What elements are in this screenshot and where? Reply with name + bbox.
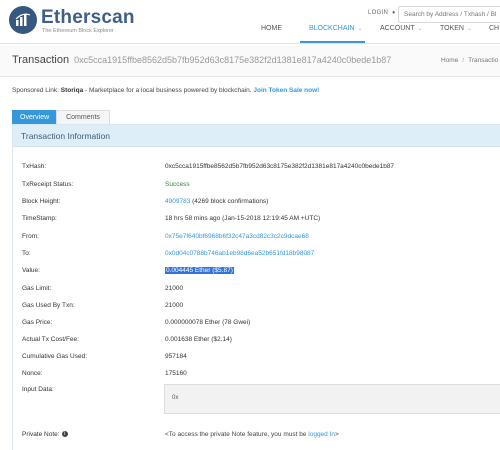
private-note-value: <To access the private Note feature, you… (165, 431, 339, 438)
input-data-label: Input Data: (22, 386, 54, 393)
from-label: From: (22, 233, 39, 240)
private-note-label-text: Private Note: (22, 431, 60, 438)
breadcrumb: Home / Transactio (441, 57, 498, 64)
tab-comments[interactable]: Comments (56, 110, 110, 124)
tx-fee-label: Actual Tx Cost/Fee: (22, 336, 79, 343)
site-header: Etherscan The Ethereum Block Explorer LO… (0, 0, 500, 44)
info-icon[interactable]: i (61, 431, 68, 438)
nav-account-label: ACCOUNT (380, 25, 415, 32)
chevron-down-icon: ⌄ (417, 26, 423, 32)
logo-subtitle: The Ethereum Block Explorer (42, 28, 114, 34)
from-value: 0x75e7f640bf6968b6f32c47a3cd82c3c2c9dcae… (165, 233, 309, 240)
input-data-field[interactable]: 0x (164, 384, 500, 414)
input-data-value: 0x (172, 395, 179, 401)
to-value: 0x0d04c0788b746ab1eb98d6ea52b651fd18b980… (165, 250, 314, 257)
cumulative-gas-label: Cumulative Gas Used: (22, 353, 88, 360)
gas-price-value: 0.000000078 Ether (78 Gwei) (165, 319, 251, 326)
breadcrumb-home[interactable]: Home (441, 57, 458, 64)
gas-limit-label: Gas Limit: (22, 285, 52, 292)
panel-header: Transaction Information (13, 125, 500, 147)
title-bar: Transaction 0xc5cca1915ffbe8562d5b7fb952… (0, 45, 500, 77)
value-label: Value: (22, 267, 40, 274)
gas-used-value: 21000 (165, 302, 184, 309)
value-value: 0.004445 Ether ($5.87) (165, 267, 234, 274)
cumulative-gas-value: 957184 (165, 353, 187, 360)
nav-home[interactable]: HOME (261, 25, 282, 43)
page-title: Transaction 0xc5cca1915ffbe8562d5b7fb952… (12, 54, 391, 66)
sponsored-link: Sponsored Link: Storiqa - Marketplace fo… (12, 87, 319, 94)
value-amount: 0.004445 Ether ($5.87) (165, 267, 234, 274)
nonce-value: 175160 (165, 370, 187, 377)
private-note-label: Private Note: i (22, 431, 68, 438)
panel-title: Transaction Information (21, 131, 110, 141)
chevron-down-icon: ⌄ (467, 26, 473, 32)
nav-token[interactable]: TOKEN ⌄ (440, 25, 472, 43)
timestamp-label: TimeStamp: (22, 215, 57, 222)
sponsored-prefix: Sponsored Link: (12, 87, 59, 94)
logo-title: Etherscan (41, 7, 135, 28)
nav-token-label: TOKEN (440, 25, 464, 32)
transaction-panel: Transaction Information TxHash: 0xc5cca1… (12, 124, 500, 450)
from-address-link[interactable]: 0x75e7f640bf6968b6f32c47a3cd82c3c2c9dcae… (165, 233, 309, 240)
tx-fee-value: 0.001638 Ether ($2.14) (165, 336, 232, 343)
block-height-label: Block Height: (22, 198, 61, 205)
gas-price-label: Gas Price: (22, 319, 53, 326)
timestamp-value: 18 hrs 58 mins ago (Jan-15-2018 12:19:45… (165, 215, 321, 222)
page-title-hash: 0xc5cca1915ffbe8562d5b7fb952d63c8175e382… (74, 55, 392, 65)
login-link[interactable]: LOGIN ♦ (368, 10, 395, 16)
txhash-label: TxHash: (22, 163, 47, 170)
private-note-prefix: <To access the private Note feature, you… (165, 431, 309, 438)
tab-overview[interactable]: Overview (12, 110, 56, 124)
nonce-label: Nonce: (22, 370, 43, 377)
block-height-link[interactable]: 4909783 (165, 198, 190, 205)
breadcrumb-separator: / (462, 57, 465, 64)
nav-home-label: HOME (261, 25, 282, 32)
receipt-status-label: TxReceipt Status: (22, 181, 74, 188)
private-note-suffix: > (335, 431, 339, 438)
sponsored-cta-link[interactable]: Join Token Sale now! (253, 87, 319, 94)
block-height-value: 4909783 (4269 block confirmations) (165, 198, 268, 205)
nav-blockchain[interactable]: BLOCKCHAIN ⌄ (300, 25, 365, 43)
chevron-down-icon: ⌄ (357, 26, 363, 32)
logo-emblem-icon (9, 6, 37, 34)
search-input[interactable]: Search by Address / Txhash / Bl (398, 6, 500, 23)
to-label: To: (22, 250, 31, 257)
nav-blockchain-label: BLOCKCHAIN (309, 25, 355, 32)
gas-limit-value: 21000 (165, 285, 184, 292)
nav-account[interactable]: ACCOUNT ⌄ (380, 25, 423, 43)
nav-more[interactable]: CH (489, 25, 499, 43)
block-confirmations: (4269 block confirmations) (190, 198, 269, 205)
etherscan-logo[interactable]: Etherscan The Ethereum Block Explorer (9, 6, 139, 38)
gas-used-label: Gas Used By Txn: (22, 302, 75, 309)
sponsored-name[interactable]: Storiqa (61, 87, 83, 94)
nav-more-label: CH (489, 25, 500, 32)
sponsored-text: - Marketplace for a local business power… (83, 87, 254, 94)
to-address-link[interactable]: 0x0d04c0788b746ab1eb98d6ea52b651fd18b980… (165, 250, 314, 257)
login-link-note[interactable]: logged In (308, 431, 335, 438)
receipt-status-value: Success (165, 181, 190, 188)
page-title-label: Transaction (12, 54, 70, 66)
txhash-value: 0xc5cca1915ffbe8562d5b7fb952d63c8175e382… (165, 163, 395, 170)
breadcrumb-current: Transactio (468, 57, 499, 64)
